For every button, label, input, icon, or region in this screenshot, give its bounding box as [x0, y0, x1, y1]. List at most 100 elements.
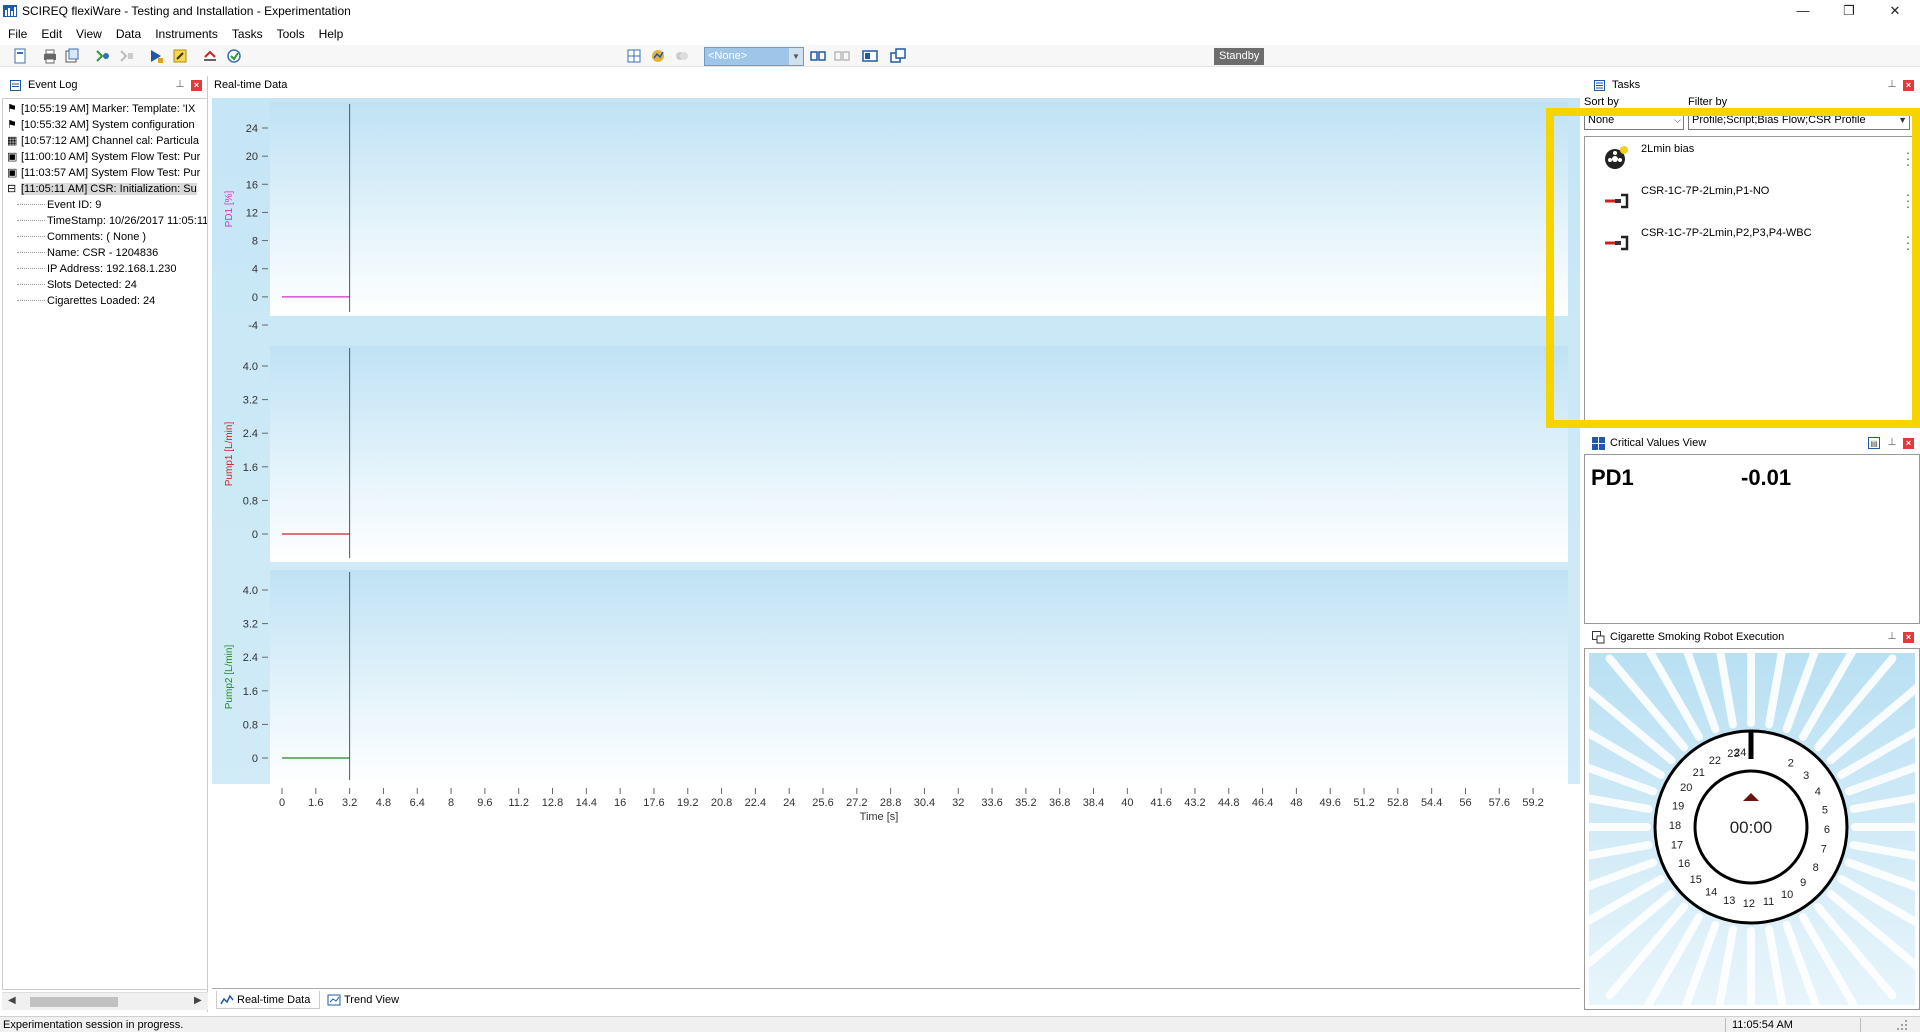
y-tick-label: 12: [246, 207, 258, 219]
x-tick-label: 46.4: [1252, 797, 1273, 809]
slot-label: 8: [1813, 862, 1819, 874]
new-session-icon[interactable]: [12, 48, 28, 64]
realtime-chart[interactable]: 24 20 16 12 8 4 0 -4 PD1 [%] 4.0 3.2 2.4 1.6 0.8 0 Pump…: [212, 98, 1580, 984]
close-icon[interactable]: ×: [1903, 632, 1914, 643]
minimize-button[interactable]: —: [1780, 0, 1826, 22]
x-tick-label: 41.6: [1150, 797, 1171, 809]
event-log-entry[interactable]: ▦ [10:57:12 AM] Channel cal: Particula: [7, 133, 199, 149]
y-tick-label: 4.0: [243, 585, 258, 597]
event-log-entry[interactable]: ⚑ [10:55:32 AM] System configuration: [7, 117, 195, 133]
menu-file[interactable]: File: [0, 24, 33, 41]
more-options-icon[interactable]: · · ·: [1905, 145, 1911, 171]
event-log-entry[interactable]: ▣ [11:03:57 AM] System Flow Test: Pur: [7, 165, 200, 181]
x-tick-label: 27.2: [846, 797, 867, 809]
y-tick-label: 4: [252, 264, 258, 276]
window-tile-icon[interactable]: [862, 48, 878, 64]
event-log-panel: Event Log ⊥ × ⚑ [10:55:19 AM] Marker: Tem…: [2, 76, 208, 1012]
slot-label: 17: [1671, 840, 1683, 852]
menu-view[interactable]: View: [68, 24, 108, 41]
menu-data[interactable]: Data: [108, 24, 147, 41]
close-icon[interactable]: ×: [191, 80, 202, 91]
run-task-icon[interactable]: [148, 48, 164, 64]
event-log-header: Event Log ⊥ ×: [2, 76, 208, 94]
task-item[interactable]: 2Lmin bias · · ·: [1585, 141, 1920, 183]
disconnect-instrument-icon[interactable]: [118, 48, 134, 64]
x-tick-label: 57.6: [1489, 797, 1510, 809]
task-item[interactable]: CSR-1C-7P-2Lmin,P1-NO · · ·: [1585, 183, 1920, 225]
event-log-list: ⚑ [10:55:19 AM] Marker: Template: 'IX ⚑ [1…: [2, 98, 208, 990]
x-tick-label: 35.2: [1015, 797, 1036, 809]
event-log-entry-selected[interactable]: ⊟ [11:05:11 AM] CSR: Initialization: Su: [7, 181, 197, 197]
csr-profile-icon: [1605, 235, 1629, 251]
critical-values-header: Critical Values View ▤ ⊥ ×: [1584, 434, 1920, 452]
window-cascade-icon[interactable]: [890, 48, 906, 64]
y-tick-label: 1.6: [243, 462, 258, 474]
y-tick-label: 20: [246, 151, 258, 163]
horizontal-scrollbar[interactable]: ◀ ▶: [2, 992, 208, 1010]
calibration-tool-icon[interactable]: [202, 48, 218, 64]
filter-icon[interactable]: [1912, 114, 1920, 128]
close-button[interactable]: ✕: [1872, 0, 1918, 22]
more-options-icon[interactable]: · · ·: [1905, 187, 1911, 213]
event-log-entry[interactable]: ▣ [11:00:10 AM] System Flow Test: Pur: [7, 149, 200, 165]
chevron-down-icon: ▼: [1898, 115, 1907, 125]
close-icon[interactable]: ×: [1903, 438, 1914, 449]
x-tick-label: 49.6: [1320, 797, 1341, 809]
scrollbar-thumb[interactable]: [30, 997, 118, 1007]
resize-grip-icon[interactable]: [1896, 1019, 1908, 1031]
profile-dropdown[interactable]: <None> ▼: [704, 47, 804, 66]
plot-area: [270, 570, 1568, 784]
x-tick-label: 14.4: [576, 797, 597, 809]
scroll-right-icon[interactable]: ▶: [194, 995, 202, 1006]
x-tick-label: 33.6: [981, 797, 1002, 809]
event-detail-row: TimeStamp: 10/26/2017 11:05:11: [17, 213, 207, 229]
event-log-entry[interactable]: ⚑ [10:55:19 AM] Marker: Template: 'IX: [7, 101, 195, 117]
edit-task-icon[interactable]: [172, 48, 188, 64]
configure-icon[interactable]: ▤: [1868, 437, 1880, 449]
slot-label: 14: [1705, 887, 1717, 899]
realtime-data-title: Real-time Data: [214, 79, 288, 91]
x-tick-label: 17.6: [643, 797, 664, 809]
y-tick-label: 3.2: [243, 619, 258, 631]
chevron-down-icon: ⌵: [1674, 115, 1681, 125]
menu-help[interactable]: Help: [311, 24, 350, 41]
flow-test-tool-icon[interactable]: [226, 48, 242, 64]
x-tick-label: 8: [448, 797, 454, 809]
y-tick-label: 1.6: [243, 686, 258, 698]
slot-label: 23: [1727, 748, 1739, 760]
app-window: SCIREQ flexiWare - Testing and Installat…: [0, 0, 1920, 1032]
link-profile-icon[interactable]: [810, 48, 826, 64]
menu-tasks[interactable]: Tasks: [224, 24, 269, 41]
csr-carousel-view: 00:00 24 2 3 4 5 6 7 8 9 10 11 12 13 14 15 16 17 18 19 20 21 2…: [1584, 648, 1920, 1010]
connect-instrument-icon[interactable]: [94, 48, 110, 64]
more-options-icon[interactable]: · · ·: [1905, 229, 1911, 255]
pin-icon[interactable]: ⊥: [1886, 631, 1898, 643]
menu-edit[interactable]: Edit: [33, 24, 68, 41]
x-tick-label: 20.8: [711, 797, 732, 809]
event-detail-row: Name: CSR - 1204836: [17, 245, 158, 261]
menu-instruments[interactable]: Instruments: [147, 24, 224, 41]
print-icon[interactable]: [42, 48, 58, 64]
tab-trend-view[interactable]: Trend View: [324, 991, 408, 1009]
unlink-profile-icon[interactable]: [834, 48, 850, 64]
pin-icon[interactable]: ⊥: [174, 79, 186, 91]
group-icon[interactable]: [674, 48, 690, 64]
layout-icon[interactable]: [626, 48, 642, 64]
tab-realtime-data[interactable]: Real-time Data: [216, 991, 320, 1009]
task-item[interactable]: CSR-1C-7P-2Lmin,P2,P3,P4-WBC · · ·: [1585, 225, 1920, 267]
close-icon[interactable]: ×: [1903, 80, 1914, 91]
restore-button[interactable]: ❐: [1826, 0, 1872, 22]
flag-icon: ⚑: [7, 103, 17, 115]
print-preview-icon[interactable]: [64, 48, 80, 64]
menu-tools[interactable]: Tools: [269, 24, 311, 41]
sort-by-dropdown[interactable]: None ⌵: [1584, 111, 1684, 130]
csr-carousel[interactable]: 00:0024234567891011121314151617181920212…: [1585, 649, 1919, 1009]
slot-label: 11: [1763, 896, 1774, 908]
pin-icon[interactable]: ⊥: [1886, 437, 1898, 449]
filter-by-dropdown[interactable]: Profile;Script;Bias Flow;CSR Profile ▼: [1688, 111, 1910, 130]
analysis-icon[interactable]: [650, 48, 666, 64]
pin-icon[interactable]: ⊥: [1886, 79, 1898, 91]
y-tick-label: 0: [252, 529, 258, 541]
event-detail-row: Event ID: 9: [17, 197, 101, 213]
scroll-left-icon[interactable]: ◀: [8, 995, 16, 1006]
